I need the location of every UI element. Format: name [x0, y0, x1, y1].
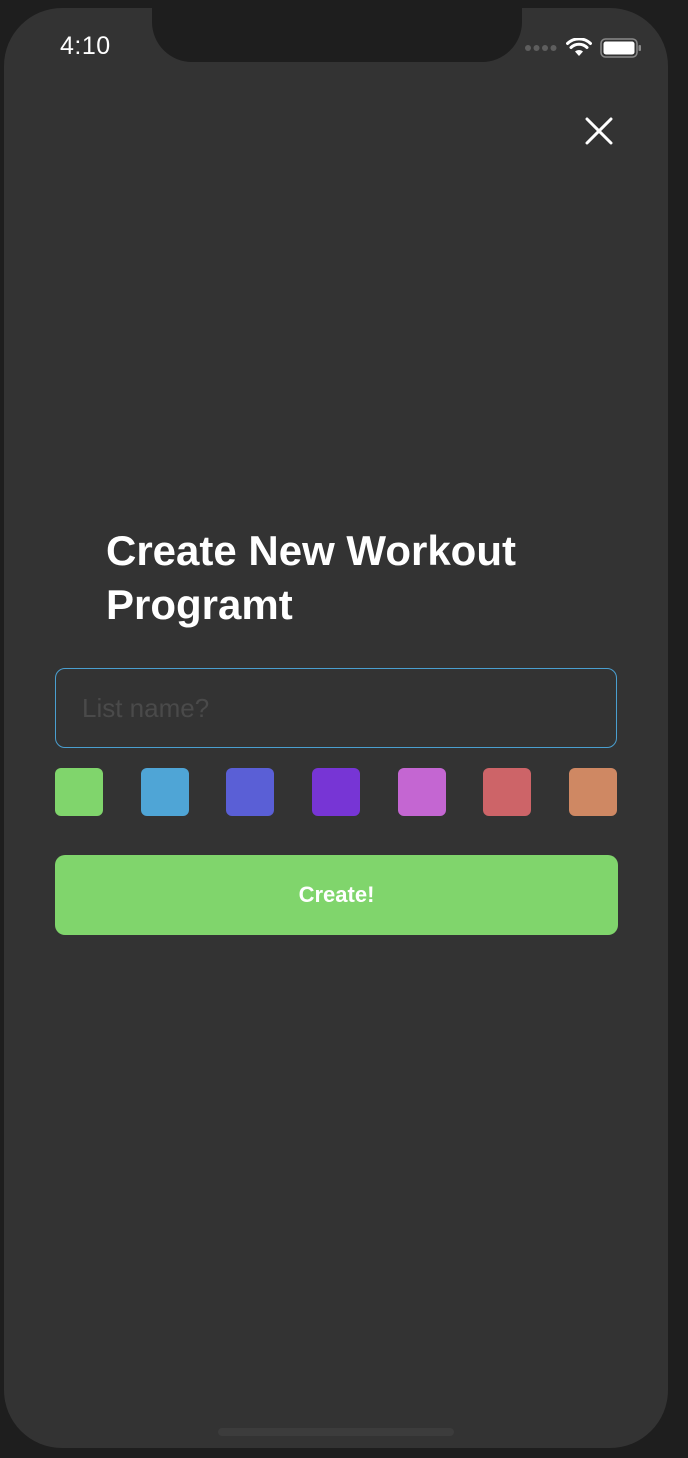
- color-swatch-indigo[interactable]: [226, 768, 274, 816]
- battery-icon: [600, 38, 641, 58]
- color-swatch-green[interactable]: [55, 768, 103, 816]
- create-button[interactable]: Create!: [55, 855, 618, 935]
- color-swatch-orange[interactable]: [569, 768, 617, 816]
- close-icon: [585, 117, 613, 145]
- home-indicator: [218, 1428, 454, 1436]
- wifi-icon: [566, 38, 592, 56]
- color-swatch-red[interactable]: [483, 768, 531, 816]
- status-icons: [524, 38, 642, 58]
- page-title: Create New Workout Programt: [106, 527, 516, 628]
- color-swatches: [55, 768, 618, 816]
- app-screen: 4:10 Create New Workout Programt List na…: [4, 8, 668, 1448]
- status-time: 4:10: [60, 32, 111, 60]
- color-swatch-purple[interactable]: [312, 768, 360, 816]
- color-swatch-blue[interactable]: [141, 768, 189, 816]
- close-button[interactable]: [582, 114, 616, 148]
- color-swatch-pink[interactable]: [398, 768, 446, 816]
- signal-dots-icon: [525, 45, 557, 51]
- list-name-input[interactable]: [55, 668, 617, 748]
- notch: [152, 8, 522, 62]
